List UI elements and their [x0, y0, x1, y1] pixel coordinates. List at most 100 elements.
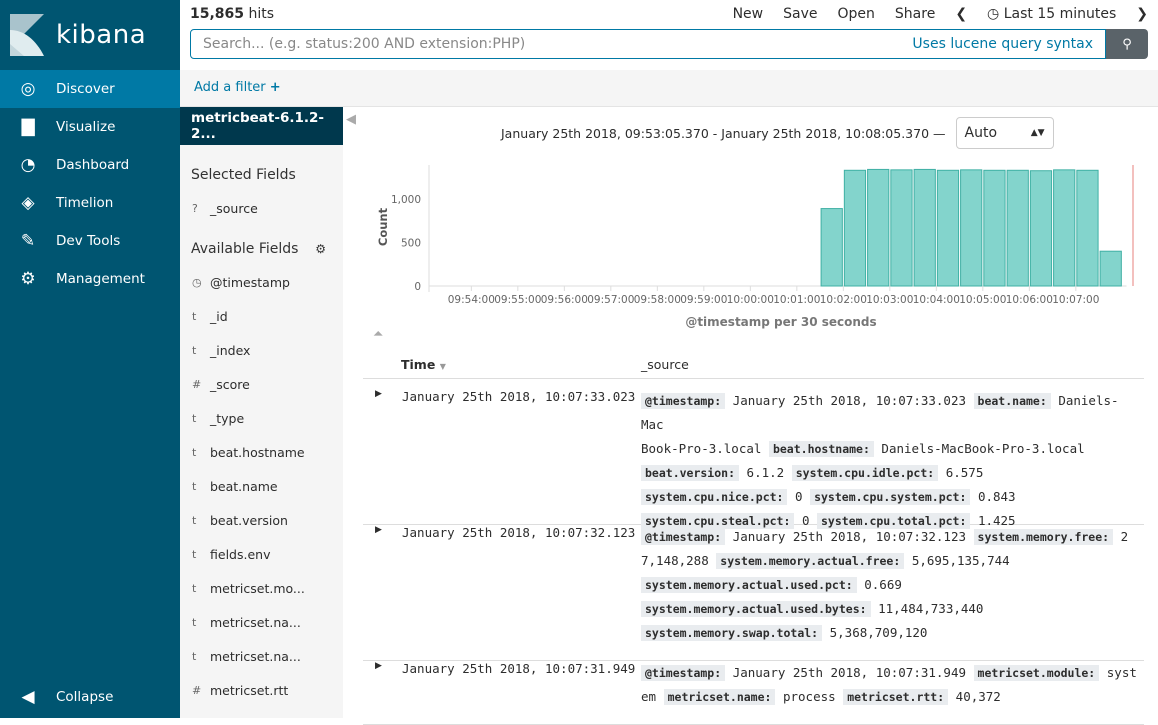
gear-icon[interactable]: ⚙ [315, 242, 326, 256]
search-input[interactable]: Search... (e.g. status:200 AND extension… [190, 29, 1106, 59]
search-button[interactable]: ⚲ [1106, 29, 1148, 59]
field-key: beat.name: [973, 393, 1051, 409]
histogram-bar[interactable] [843, 169, 867, 287]
field-key: system.cpu.idle.pct: [791, 465, 939, 481]
field-item[interactable]: ◷ @timestamp [180, 265, 343, 299]
nav-item-label: Discover [56, 81, 115, 97]
field-item[interactable]: t _id [180, 299, 343, 333]
field-name: metricset.mo... [210, 580, 305, 596]
field-value: 0 [795, 489, 803, 504]
chevron-right-icon[interactable]: ❯ [1136, 6, 1148, 22]
histogram-bar[interactable] [1053, 169, 1076, 287]
histogram-bar[interactable] [1029, 170, 1053, 287]
field-item[interactable]: # _score [180, 367, 343, 401]
field-key: metricset.module: [973, 665, 1100, 681]
field-value: em [641, 689, 657, 704]
field-name: beat.hostname [210, 444, 305, 460]
x-tick-label: 09:58:00 [634, 294, 681, 306]
x-tick-label: 09:54:00 [448, 294, 495, 306]
expand-row-icon[interactable]: ▶ [375, 525, 382, 535]
histogram-bar[interactable] [867, 168, 890, 287]
histogram-bar[interactable] [1076, 169, 1099, 287]
index-pattern-name: metricbeat-6.1.2-2... [191, 110, 324, 142]
field-key: @timestamp: [641, 393, 726, 409]
field-key: @timestamp: [641, 665, 726, 681]
histogram-bar[interactable] [960, 169, 983, 287]
field-type-icon: t [192, 479, 197, 493]
field-value: Book-Pro-3.local [641, 441, 762, 456]
column-time[interactable]: Time ▼ [401, 357, 446, 372]
share-button[interactable]: Share [895, 6, 935, 22]
available-fields-heading: Available Fields ⚙ [180, 225, 343, 265]
compass-icon: ◎ [20, 79, 36, 99]
field-item[interactable]: ? _source [180, 191, 343, 225]
field-name: _type [210, 410, 245, 426]
field-type-icon: t [192, 343, 197, 357]
nav-item-dashboard[interactable]: ◔ Dashboard [0, 146, 180, 184]
nav-item-discover[interactable]: ◎ Discover [0, 70, 180, 108]
field-key: beat.hostname: [768, 441, 874, 457]
hits-number: 15,865 [190, 6, 245, 22]
field-item[interactable]: t metricset.mo... [180, 571, 343, 605]
field-value: 6.1.2 [746, 465, 785, 480]
column-source: _source [641, 357, 689, 372]
lucene-syntax-link[interactable]: Uses lucene query syntax [912, 36, 1093, 52]
field-key: system.cpu.system.pct: [810, 489, 971, 505]
field-item[interactable]: # metricset.rtt [180, 673, 343, 707]
histogram-bar[interactable] [983, 169, 1006, 287]
field-value: January 25th 2018, 10:07:31.949 [732, 665, 966, 680]
field-item[interactable]: t fields.env [180, 537, 343, 571]
field-item[interactable]: t metricset.na... [180, 605, 343, 639]
x-tick-label: 09:55:00 [494, 294, 541, 306]
histogram-bar[interactable] [913, 168, 936, 287]
field-item[interactable]: t _type [180, 401, 343, 435]
collapse-chart-icon[interactable]: ⏶ [373, 327, 383, 342]
add-filter-button[interactable]: Add a filter + [194, 80, 281, 95]
field-name: metricset.na... [210, 648, 301, 664]
field-name: metricset.rtt [210, 682, 289, 698]
table-row: ▶ January 25th 2018, 10:07:32.123 @timesta… [363, 521, 1144, 661]
plus-icon: + [269, 80, 281, 95]
gear-icon: ⚙ [20, 269, 36, 289]
nav-item-dev-tools[interactable]: ✎ Dev Tools [0, 222, 180, 260]
histogram-bar[interactable] [820, 208, 843, 287]
field-item[interactable]: t beat.name [180, 469, 343, 503]
new-button[interactable]: New [733, 6, 764, 22]
field-name: beat.version [210, 512, 288, 528]
field-key: metricset.rtt: [843, 689, 949, 705]
chevron-left-icon[interactable]: ❮ [955, 6, 967, 22]
field-key: system.memory.actual.used.pct: [641, 577, 857, 593]
field-item[interactable]: t beat.hostname [180, 435, 343, 469]
expand-row-icon[interactable]: ▶ [375, 389, 382, 399]
x-tick-label: 09:57:00 [587, 294, 634, 306]
kibana-logo[interactable]: kibana [0, 0, 180, 70]
nav-item-timelion[interactable]: ◈ Timelion [0, 184, 180, 222]
field-name: _index [210, 342, 251, 358]
field-item[interactable]: t metricset.na... [180, 639, 343, 673]
expand-row-icon[interactable]: ▶ [375, 661, 382, 671]
save-button[interactable]: Save [783, 6, 817, 22]
field-item[interactable]: t beat.version [180, 503, 343, 537]
top-menu: New Save Open Share ❮ ◷ Last 15 minutes … [733, 6, 1148, 22]
collapse-button[interactable]: ◀ Collapse [0, 678, 180, 716]
histogram-bar[interactable] [1006, 169, 1029, 287]
field-item[interactable]: t _index [180, 333, 343, 367]
index-pattern-selector[interactable]: metricbeat-6.1.2-2... [180, 107, 343, 145]
selected-fields-heading: Selected Fields [180, 145, 343, 191]
nav-item-management[interactable]: ⚙ Management [0, 260, 180, 298]
field-name: beat.name [210, 478, 278, 494]
histogram-bar[interactable] [890, 169, 913, 287]
open-button[interactable]: Open [838, 6, 875, 22]
sort-down-icon[interactable]: ▼ [440, 362, 446, 371]
field-value: 11,484,733,440 [878, 601, 984, 616]
histogram-bar[interactable] [936, 169, 960, 287]
nav-item-label: Dev Tools [56, 233, 121, 249]
nav-item-label: Dashboard [56, 157, 130, 173]
nav-item-visualize[interactable]: ▇ Visualize [0, 108, 180, 146]
y-axis-label: Count [376, 207, 390, 246]
field-value: 40,372 [955, 689, 1001, 704]
y-tick-label: 1,000 [391, 194, 421, 206]
histogram-bar[interactable] [1099, 250, 1122, 287]
time-picker[interactable]: ◷ Last 15 minutes [987, 6, 1116, 22]
x-tick-label: 09:56:00 [541, 294, 588, 306]
